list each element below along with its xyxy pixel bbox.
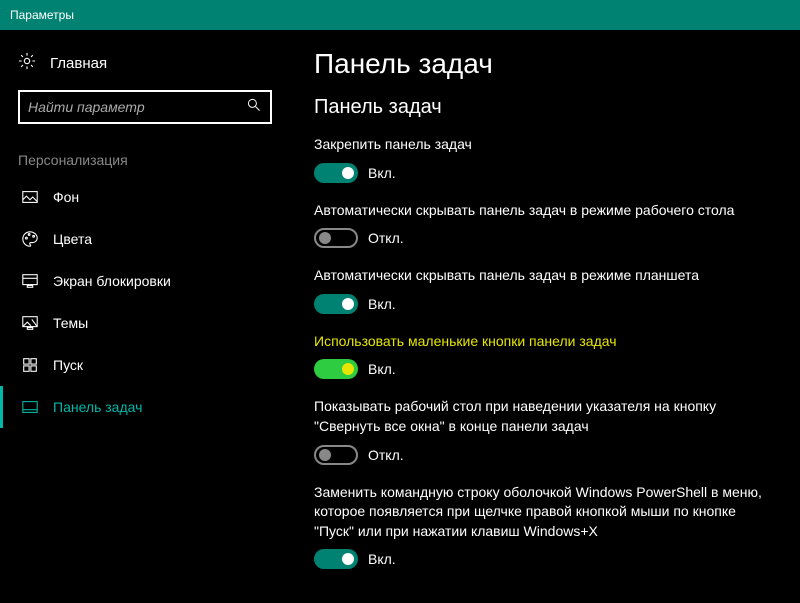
- themes-icon: [21, 314, 39, 332]
- setting-peek-desktop: Показывать рабочий стол при наведении ук…: [314, 397, 776, 464]
- toggle-state-text: Откл.: [368, 230, 404, 246]
- section-label: Персонализация: [0, 138, 290, 176]
- sidebar-item-start[interactable]: Пуск: [0, 344, 290, 386]
- toggle-state-text: Вкл.: [368, 361, 396, 377]
- toggle-state-text: Вкл.: [368, 165, 396, 181]
- start-icon: [21, 356, 39, 374]
- search-icon: [246, 97, 262, 118]
- toggle-autohide-desktop[interactable]: [314, 228, 358, 248]
- setting-small-buttons: Использовать маленькие кнопки панели зад…: [314, 332, 776, 380]
- toggle-state-text: Вкл.: [368, 296, 396, 312]
- toggle-peek-desktop[interactable]: [314, 445, 358, 465]
- toggle-powershell[interactable]: [314, 549, 358, 569]
- setting-lock-taskbar: Закрепить панель задач Вкл.: [314, 135, 776, 183]
- toggle-autohide-tablet[interactable]: [314, 294, 358, 314]
- toggle-small-buttons[interactable]: [314, 359, 358, 379]
- picture-icon: [21, 188, 39, 206]
- sidebar-item-label: Пуск: [53, 357, 83, 373]
- setting-label: Использовать маленькие кнопки панели зад…: [314, 332, 776, 352]
- setting-label: Автоматически скрывать панель задач в ре…: [314, 201, 776, 221]
- setting-label: Автоматически скрывать панель задач в ре…: [314, 266, 776, 286]
- palette-icon: [21, 230, 39, 248]
- setting-powershell: Заменить командную строку оболочкой Wind…: [314, 483, 776, 570]
- setting-autohide-desktop: Автоматически скрывать панель задач в ре…: [314, 201, 776, 249]
- titlebar: Параметры: [0, 0, 800, 30]
- sidebar-item-taskbar[interactable]: Панель задач: [0, 386, 290, 428]
- home-button[interactable]: Главная: [0, 42, 290, 84]
- sidebar-item-label: Темы: [53, 315, 88, 331]
- setting-label: Закрепить панель задач: [314, 135, 776, 155]
- home-label: Главная: [50, 55, 107, 72]
- setting-label: Заменить командную строку оболочкой Wind…: [314, 483, 776, 542]
- sidebar: Главная Персонализация Фон Цвета: [0, 30, 290, 603]
- search-input[interactable]: [28, 99, 246, 115]
- gear-icon: [18, 52, 36, 74]
- section-title: Панель задач: [314, 96, 776, 119]
- sidebar-item-label: Цвета: [53, 231, 92, 247]
- taskbar-icon: [21, 398, 39, 416]
- setting-label: Показывать рабочий стол при наведении ук…: [314, 397, 776, 436]
- page-title: Панель задач: [314, 48, 776, 80]
- sidebar-item-label: Фон: [53, 189, 79, 205]
- toggle-lock-taskbar[interactable]: [314, 163, 358, 183]
- lockscreen-icon: [21, 272, 39, 290]
- toggle-state-text: Откл.: [368, 447, 404, 463]
- toggle-state-text: Вкл.: [368, 551, 396, 567]
- sidebar-item-colors[interactable]: Цвета: [0, 218, 290, 260]
- window-title: Параметры: [10, 8, 74, 22]
- sidebar-item-lockscreen[interactable]: Экран блокировки: [0, 260, 290, 302]
- sidebar-item-label: Экран блокировки: [53, 273, 171, 289]
- search-input-wrap[interactable]: [18, 90, 272, 124]
- sidebar-item-background[interactable]: Фон: [0, 176, 290, 218]
- setting-autohide-tablet: Автоматически скрывать панель задач в ре…: [314, 266, 776, 314]
- sidebar-item-themes[interactable]: Темы: [0, 302, 290, 344]
- sidebar-item-label: Панель задач: [53, 399, 142, 415]
- main-panel: Панель задач Панель задач Закрепить пане…: [290, 30, 800, 603]
